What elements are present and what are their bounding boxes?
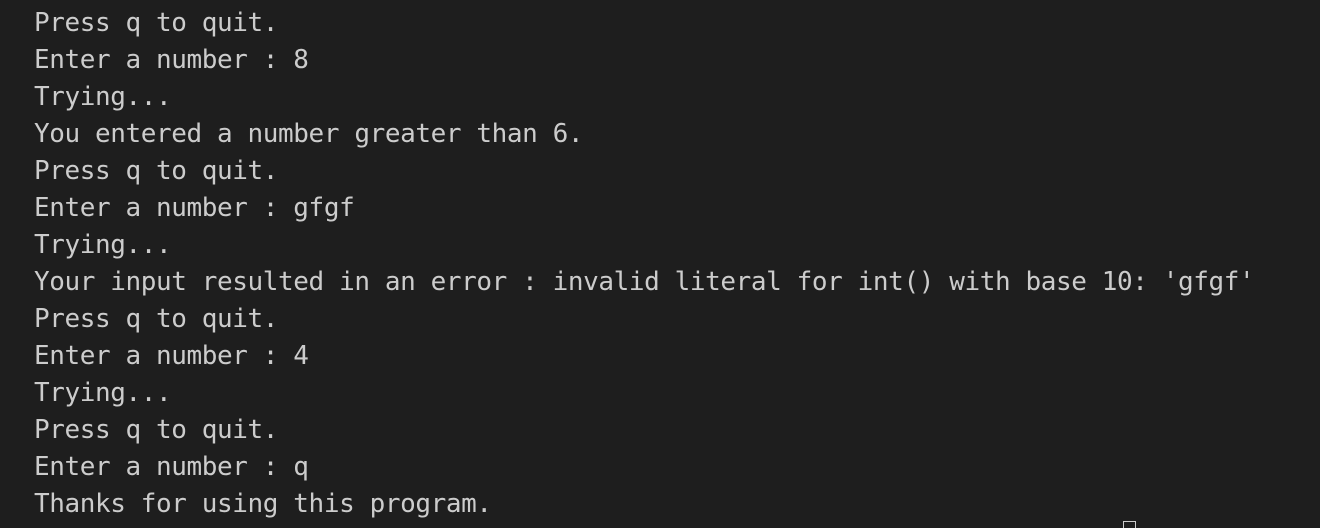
terminal-line: Press q to quit. (34, 8, 279, 38)
terminal-line: Trying... (34, 378, 172, 408)
terminal-line: You entered a number greater than 6. (34, 119, 584, 149)
terminal-line: Trying... (34, 230, 172, 260)
terminal-line: Your input resulted in an error : invali… (34, 267, 1255, 297)
terminal-line: Press q to quit. (34, 415, 279, 445)
terminal-line: Enter a number : q (34, 452, 309, 482)
terminal-line: Enter a number : gfgf (34, 193, 355, 223)
terminal-line: Enter a number : 4 (34, 341, 309, 371)
terminal-cursor (1123, 521, 1136, 528)
terminal-line: Thanks for using this program. (34, 489, 492, 519)
terminal-line: Trying... (34, 82, 172, 112)
terminal-line: Press q to quit. (34, 304, 279, 334)
terminal-line: Press q to quit. (34, 156, 279, 186)
terminal-output[interactable]: Press q to quit. Enter a number : 8 Tryi… (0, 0, 1320, 528)
terminal-line: Enter a number : 8 (34, 45, 309, 75)
